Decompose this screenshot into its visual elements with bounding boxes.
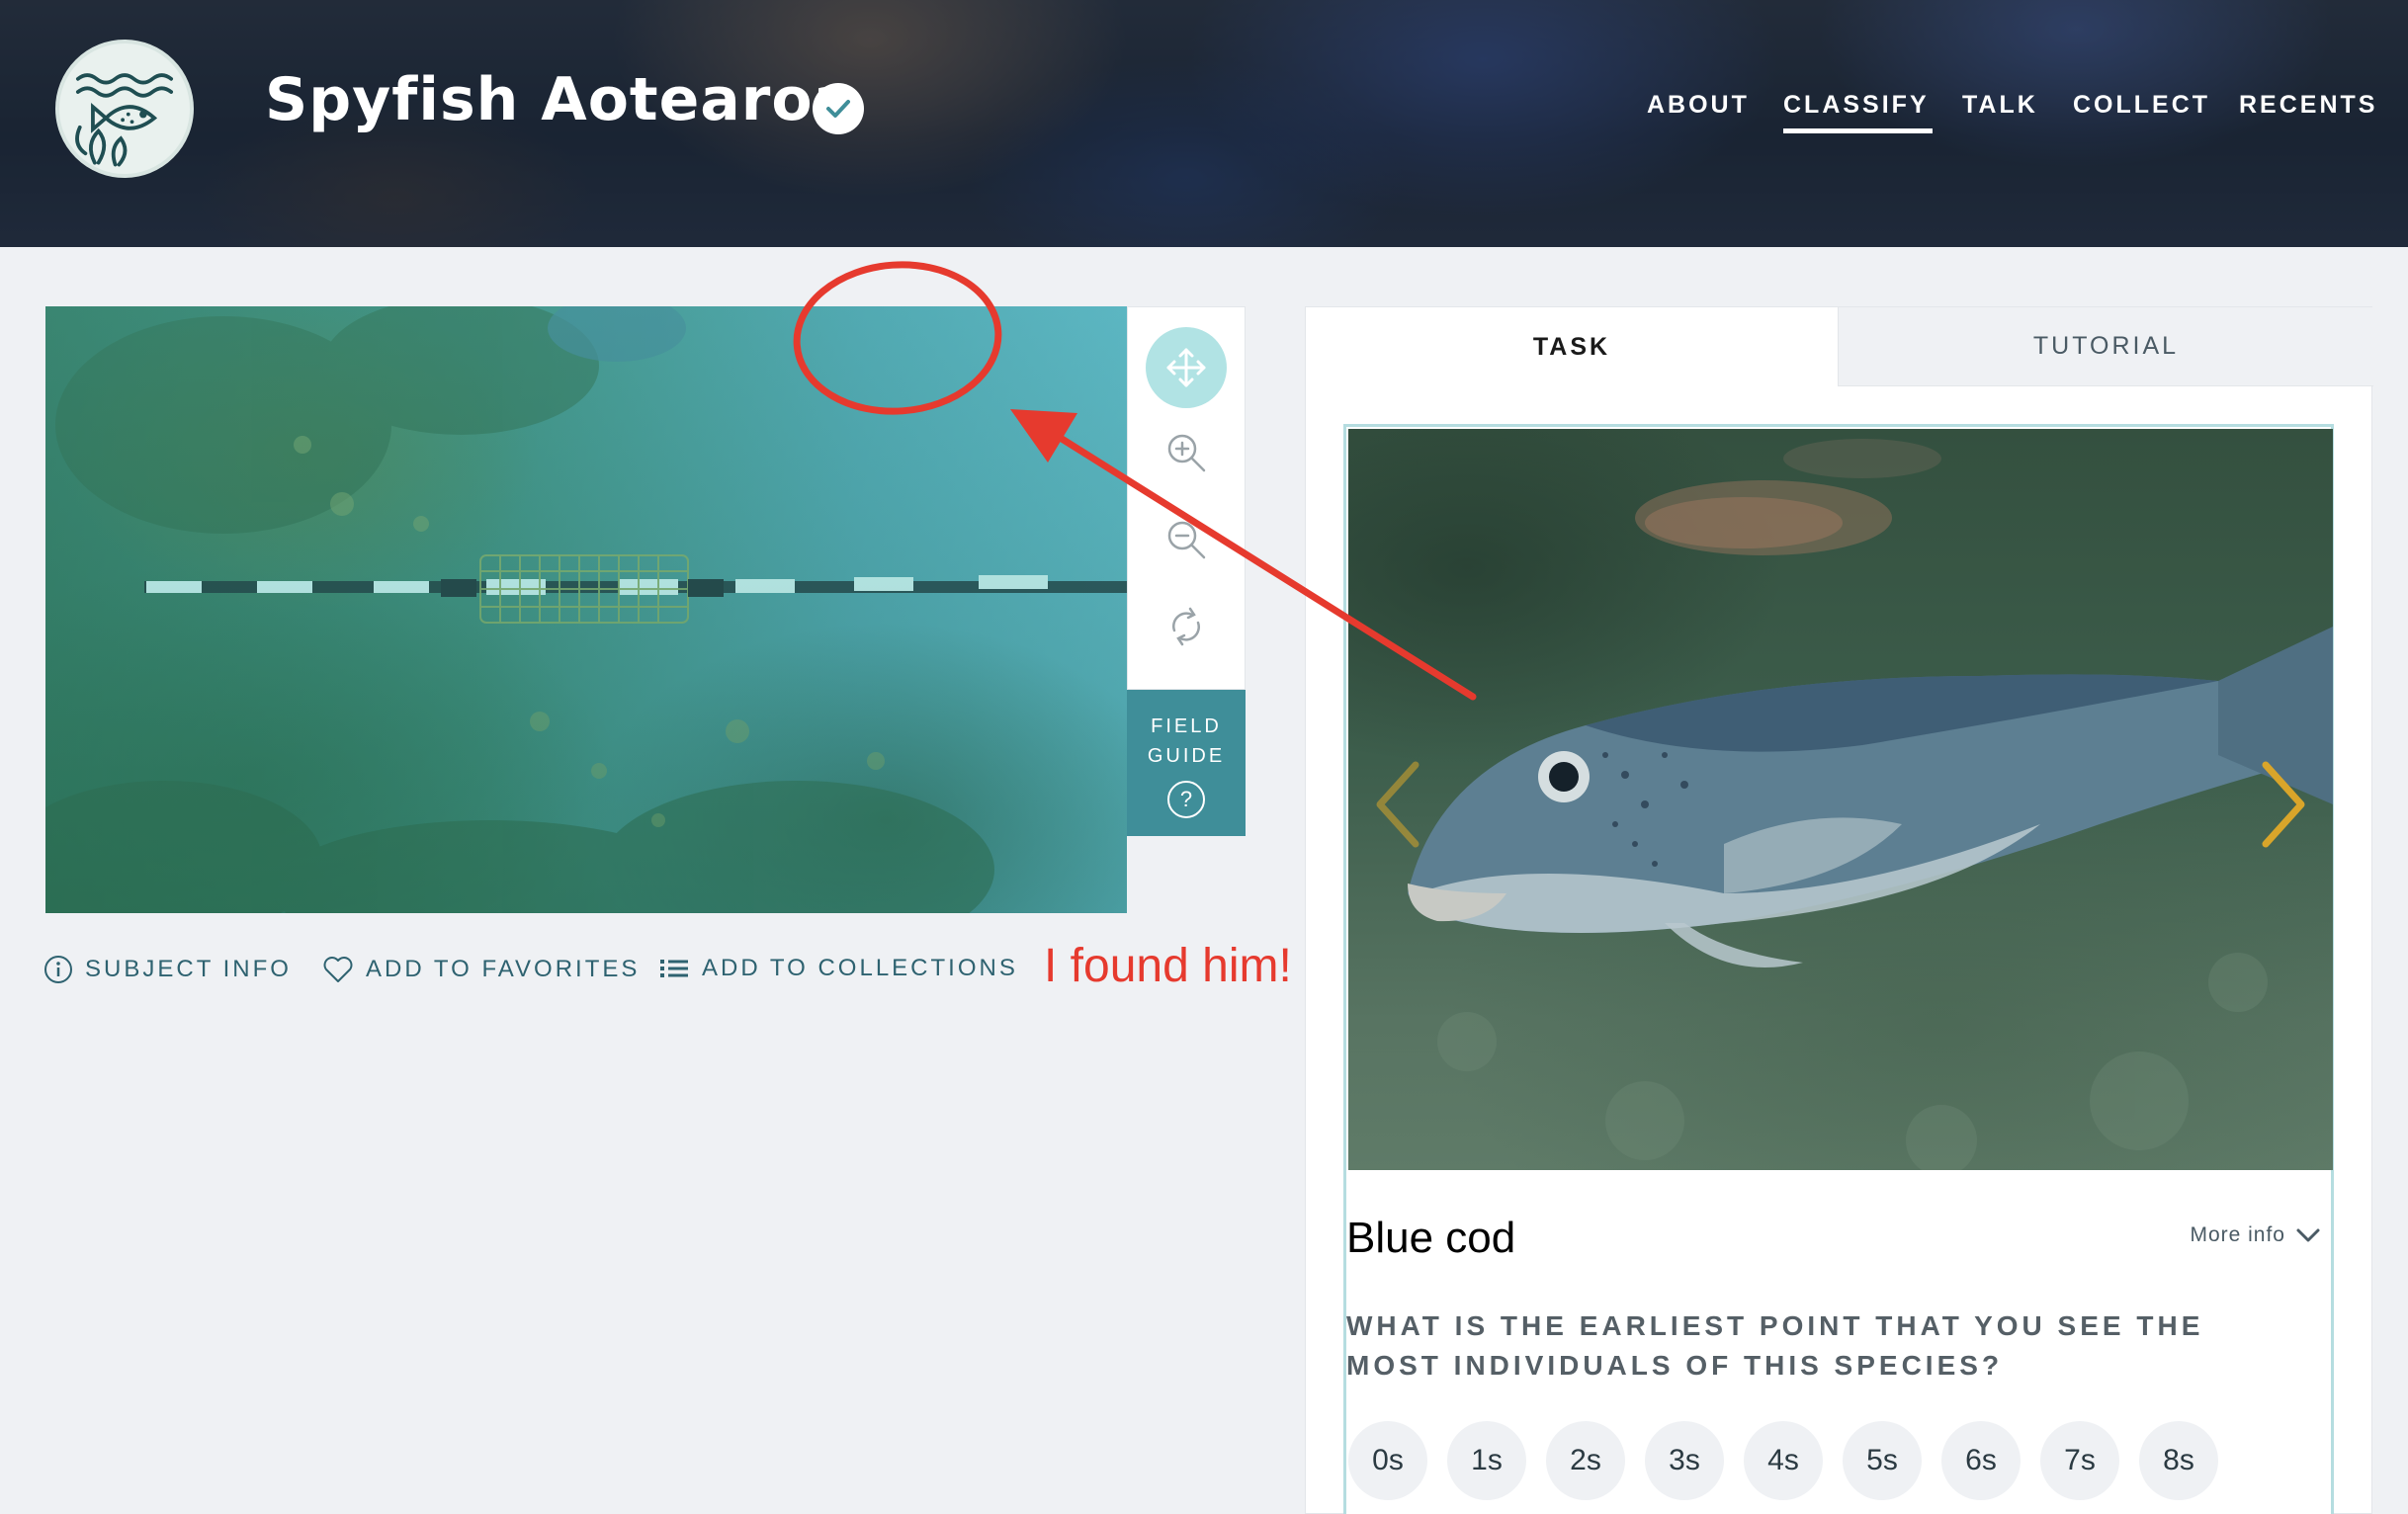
info-icon: [44, 956, 72, 983]
task-panel: TASK TUTORIAL Blue cod More info WHAT IS…: [1305, 306, 2373, 1514]
carousel-prev-icon[interactable]: [1368, 755, 1427, 854]
species-card: Blue cod More info WHAT IS THE EARLIEST …: [1343, 424, 2334, 1514]
answer-7s[interactable]: 7s: [2040, 1421, 2119, 1500]
task-question: WHAT IS THE EARLIEST POINT THAT YOU SEE …: [1346, 1310, 2204, 1381]
nav-collect[interactable]: COLLECT: [2073, 91, 2210, 120]
answer-1s[interactable]: 1s: [1447, 1421, 1526, 1500]
answer-options: 0s 1s 2s 3s 4s 5s 6s 7s 8s: [1346, 1421, 2335, 1504]
carousel-next-icon[interactable]: [2254, 755, 2313, 854]
nav-recents[interactable]: RECENTS: [2239, 91, 2377, 120]
zoom-out-button[interactable]: [1146, 499, 1227, 580]
blue-cod-photo: [1408, 439, 2333, 1170]
list-icon: [660, 960, 688, 977]
site-header: Spyfish Aotearoa ABOUT CLASSIFY TALK COL…: [0, 0, 2408, 247]
move-tool-button[interactable]: [1146, 327, 1227, 408]
annotation-text: I found him!: [1044, 940, 1292, 992]
answer-5s[interactable]: 5s: [1843, 1421, 1922, 1500]
answer-3s[interactable]: 3s: [1645, 1421, 1724, 1500]
site-title[interactable]: Spyfish Aotearoa: [265, 65, 854, 134]
add-to-collections-button[interactable]: ADD TO COLLECTIONS: [660, 955, 1018, 982]
nav-classify[interactable]: CLASSIFY: [1783, 91, 1933, 133]
image-toolbar: [1127, 306, 1246, 690]
more-info-button[interactable]: More info: [2190, 1223, 2321, 1247]
subject-image[interactable]: [45, 306, 1127, 913]
field-guide-label-2: GUIDE: [1147, 745, 1226, 767]
verified-check-icon: [813, 83, 864, 134]
answer-0s[interactable]: 0s: [1348, 1421, 1427, 1500]
nav-talk[interactable]: TALK: [1962, 91, 2038, 120]
add-to-collections-label: ADD TO COLLECTIONS: [702, 955, 1018, 981]
answer-6s[interactable]: 6s: [1941, 1421, 2021, 1500]
add-to-favorites-label: ADD TO FAVORITES: [366, 956, 641, 982]
reset-button[interactable]: [1146, 586, 1227, 667]
zoom-in-icon: [1167, 434, 1206, 472]
help-icon: ?: [1167, 781, 1205, 818]
species-name: Blue cod: [1346, 1214, 1516, 1262]
image-haze: [45, 306, 1127, 913]
species-photo: [1348, 429, 2333, 1170]
more-info-label: More info: [2190, 1223, 2285, 1246]
answer-2s[interactable]: 2s: [1546, 1421, 1625, 1500]
reset-icon: [1172, 607, 1200, 646]
field-guide-label-1: FIELD: [1151, 715, 1222, 737]
subject-info-button[interactable]: SUBJECT INFO: [43, 955, 292, 984]
add-to-favorites-button[interactable]: ADD TO FAVORITES: [322, 955, 640, 984]
tab-task[interactable]: TASK: [1306, 307, 1838, 386]
zoom-out-icon: [1167, 521, 1206, 559]
chevron-down-icon: [2296, 1228, 2320, 1242]
subject-info-label: SUBJECT INFO: [85, 956, 292, 982]
tab-tutorial[interactable]: TUTORIAL: [1838, 307, 2373, 386]
field-guide-button[interactable]: FIELD GUIDE ?: [1127, 690, 1246, 836]
answer-4s[interactable]: 4s: [1744, 1421, 1823, 1500]
nav-about[interactable]: ABOUT: [1647, 91, 1750, 120]
answer-8s[interactable]: 8s: [2139, 1421, 2218, 1500]
heart-icon: [323, 957, 353, 982]
move-icon: [1166, 348, 1206, 387]
fish-logo-icon: [75, 73, 174, 167]
project-logo[interactable]: [55, 40, 194, 178]
zoom-in-button[interactable]: [1146, 412, 1227, 493]
